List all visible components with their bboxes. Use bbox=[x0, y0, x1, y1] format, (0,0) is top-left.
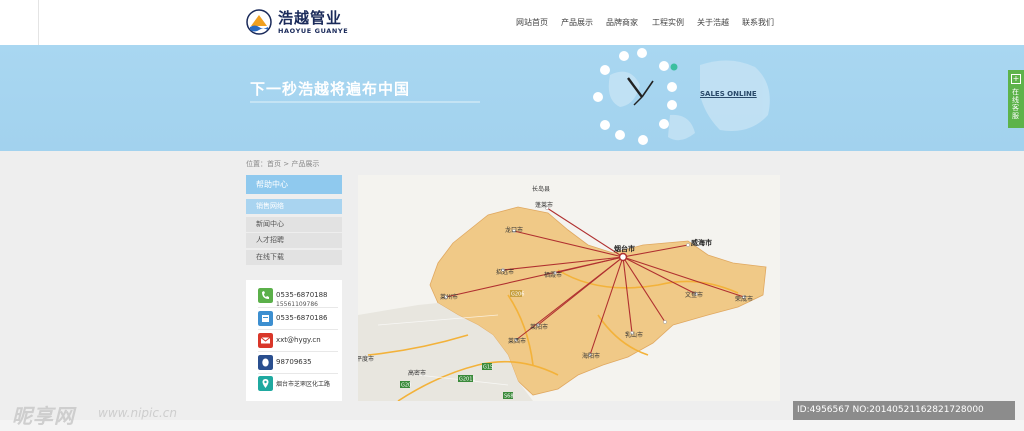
breadcrumb: 位置：首页 > 产品展示 bbox=[246, 160, 320, 168]
fax-number: 0535-6870186 bbox=[276, 314, 328, 322]
clock-illustration bbox=[593, 48, 770, 145]
map-label: 招远市 bbox=[496, 268, 514, 276]
banner-subline bbox=[250, 101, 480, 103]
divider bbox=[258, 329, 338, 330]
nav-home[interactable]: 网站首页 bbox=[516, 17, 548, 28]
map-center-marker bbox=[618, 252, 628, 262]
map-label: 龙口市 bbox=[505, 226, 523, 234]
map-label: 莱阳市 bbox=[530, 323, 548, 331]
email-address[interactable]: xxt@hygy.cn bbox=[276, 336, 321, 344]
sidebar-item-sales-network[interactable]: 销售网络 bbox=[246, 199, 342, 214]
watermark-url: www.nipic.cn bbox=[98, 406, 177, 420]
online-service-tab[interactable]: + 在线客服 bbox=[1008, 70, 1024, 128]
nav-products[interactable]: 产品展示 bbox=[561, 17, 593, 28]
map-label: 莱州市 bbox=[440, 293, 458, 301]
footer-strip bbox=[0, 420, 1024, 431]
sidebar-item-news[interactable]: 新闻中心 bbox=[246, 217, 342, 232]
phone-number: 0535-6870188 bbox=[276, 291, 328, 299]
map-label: 海阳市 bbox=[582, 352, 600, 360]
nav-contact[interactable]: 联系我们 bbox=[742, 17, 774, 28]
location-icon bbox=[258, 376, 273, 391]
map-label: 文登市 bbox=[685, 291, 703, 299]
sidebar-item-jobs[interactable]: 人才招聘 bbox=[246, 233, 342, 248]
watermark-id: ID:4956567 NO:20140521162821728000 bbox=[793, 401, 1015, 420]
map-svg: 长岛县 蓬莱市 龙口市 招远市 栖霞市 莱州市 莱阳市 海阳市 乳山市 文登市 … bbox=[358, 175, 780, 401]
map-center-label: 烟台市 bbox=[614, 244, 635, 253]
nav-about[interactable]: 关于浩越 bbox=[697, 17, 729, 28]
main-nav: 网站首页 产品展示 品牌商家 工程实例 关于浩越 联系我们 bbox=[0, 17, 1024, 29]
sales-online-link[interactable]: SALES ONLINE bbox=[700, 90, 757, 98]
address-text: 烟台市芝罘区化工路 bbox=[276, 381, 331, 388]
online-service-label: 在线客服 bbox=[1012, 88, 1019, 120]
banner: 下一秒浩越将遍布中国 SALES ONLINE bbox=[0, 45, 1024, 151]
divider bbox=[258, 351, 338, 352]
map-label: 荣成市 bbox=[735, 295, 753, 303]
map-label: 乳山市 bbox=[625, 331, 643, 339]
banner-title: 下一秒浩越将遍布中国 bbox=[250, 80, 411, 98]
road-label: G15 bbox=[483, 365, 493, 371]
contact-box: 0535-6870188 15561109786 0535-6870186 xx… bbox=[246, 280, 342, 401]
sidebar-title: 帮助中心 bbox=[246, 175, 342, 194]
qq-icon bbox=[258, 355, 273, 370]
map-label: 蓬莱市 bbox=[535, 201, 553, 209]
watermark-logo: 昵享网 bbox=[12, 404, 75, 428]
sidebar-item-download[interactable]: 在线下载 bbox=[246, 250, 342, 265]
road-label: G206 bbox=[511, 292, 524, 298]
map-label: 高密市 bbox=[408, 369, 426, 377]
sales-network-map[interactable]: 长岛县 蓬莱市 龙口市 招远市 栖霞市 莱州市 莱阳市 海阳市 乳山市 文登市 … bbox=[358, 175, 780, 401]
header: 浩越管业 HAOYUE GUANYE 网站首页 产品展示 品牌商家 工程实例 关… bbox=[0, 0, 1024, 45]
map-label: 莱西市 bbox=[508, 337, 526, 345]
qq-number: 98709635 bbox=[276, 358, 312, 366]
road-label: S68 bbox=[504, 394, 514, 400]
map-label: 栖霞市 bbox=[544, 271, 562, 279]
road-label: G20 bbox=[401, 383, 411, 389]
map-label: 长岛县 bbox=[532, 185, 550, 193]
phone-icon bbox=[258, 288, 273, 303]
nav-brands[interactable]: 品牌商家 bbox=[606, 17, 638, 28]
map-label: 平度市 bbox=[358, 355, 374, 363]
plus-icon: + bbox=[1011, 74, 1021, 84]
fax-icon bbox=[258, 311, 273, 326]
email-icon bbox=[258, 333, 273, 348]
map-label: 威海市 bbox=[691, 238, 712, 247]
divider bbox=[258, 307, 338, 308]
nav-projects[interactable]: 工程实例 bbox=[652, 17, 684, 28]
road-label: G2011 bbox=[459, 377, 476, 383]
divider bbox=[258, 373, 338, 374]
